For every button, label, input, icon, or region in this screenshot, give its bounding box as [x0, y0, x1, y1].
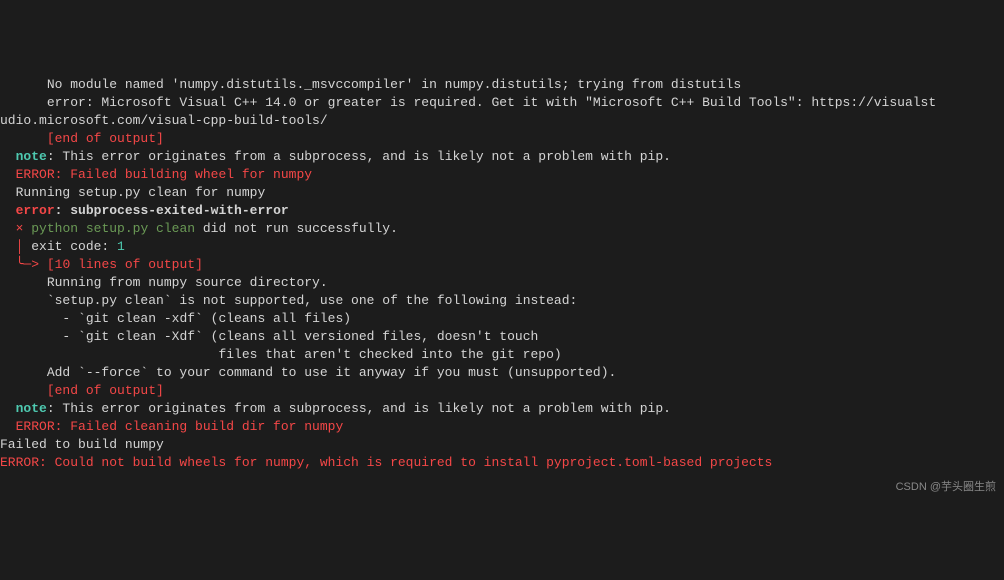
terminal-line: ERROR: Failed cleaning build dir for num… [0, 418, 1004, 436]
terminal-text-segment: : This error originates from a subproces… [47, 401, 671, 416]
terminal-line: │ exit code: 1 [0, 238, 1004, 256]
terminal-line: `setup.py clean` is not supported, use o… [0, 292, 1004, 310]
terminal-text-segment: subprocess-exited-with-error [70, 203, 288, 218]
terminal-line: ERROR: Failed building wheel for numpy [0, 166, 1004, 184]
terminal-line: Failed to build numpy [0, 436, 1004, 454]
terminal-text-segment: Running from numpy source directory. [47, 275, 328, 290]
terminal-text-segment: [end of output] [47, 131, 164, 146]
terminal-text-segment: files that aren't checked into the git r… [218, 347, 561, 362]
terminal-text-segment: error [16, 203, 55, 218]
terminal-text-segment: `setup.py clean` is not supported, use o… [47, 293, 578, 308]
terminal-text-segment: udio.microsoft.com/visual-cpp-build-tool… [0, 113, 328, 128]
terminal-text-segment: : [55, 203, 71, 218]
terminal-text-segment: Running setup.py clean for numpy [16, 185, 266, 200]
terminal-line: udio.microsoft.com/visual-cpp-build-tool… [0, 112, 1004, 130]
terminal-line: × python setup.py clean did not run succ… [0, 220, 1004, 238]
terminal-line: No module named 'numpy.distutils._msvcco… [0, 76, 1004, 94]
terminal-text-segment: - `git clean -xdf` (cleans all files) [62, 311, 351, 326]
terminal-text-segment: No module named 'numpy.distutils._msvcco… [47, 77, 741, 92]
terminal-text-segment: ERROR: Could not build wheels for numpy,… [0, 455, 772, 470]
terminal-text-segment: ERROR: Failed cleaning build dir for num… [16, 419, 344, 434]
terminal-text-segment: - `git clean -Xdf` (cleans all versioned… [62, 329, 538, 344]
terminal-line: [end of output] [0, 382, 1004, 400]
terminal-text-segment: ERROR: Failed building wheel for numpy [16, 167, 312, 182]
terminal-text-segment: error: Microsoft Visual C++ 14.0 or grea… [47, 95, 936, 110]
terminal-line: note: This error originates from a subpr… [0, 400, 1004, 418]
terminal-text-segment: exit code: [23, 239, 117, 254]
terminal-text-segment: : This error originates from a subproces… [47, 149, 671, 164]
terminal-line: - `git clean -xdf` (cleans all files) [0, 310, 1004, 328]
terminal-text-segment: note [16, 149, 47, 164]
terminal-line: Add `--force` to your command to use it … [0, 364, 1004, 382]
terminal-line: error: Microsoft Visual C++ 14.0 or grea… [0, 94, 1004, 112]
terminal-line: ╰─> [10 lines of output] [0, 256, 1004, 274]
terminal-text-segment: 1 [117, 239, 125, 254]
terminal-text-segment: [10 lines of output] [47, 257, 203, 272]
terminal-line: error: subprocess-exited-with-error [0, 202, 1004, 220]
terminal-output[interactable]: No module named 'numpy.distutils._msvcco… [0, 76, 1004, 472]
terminal-line: note: This error originates from a subpr… [0, 148, 1004, 166]
terminal-text-segment: [end of output] [47, 383, 164, 398]
terminal-line: files that aren't checked into the git r… [0, 346, 1004, 364]
terminal-text-segment [39, 257, 47, 272]
watermark-text: CSDN @芋头圈生煎 [896, 478, 996, 496]
terminal-line: - `git clean -Xdf` (cleans all versioned… [0, 328, 1004, 346]
terminal-text-segment: Add `--force` to your command to use it … [47, 365, 617, 380]
terminal-text-segment: note [16, 401, 47, 416]
terminal-text-segment: ╰─> [16, 257, 39, 272]
terminal-text-segment: did not run successfully. [195, 221, 398, 236]
terminal-line: Running setup.py clean for numpy [0, 184, 1004, 202]
terminal-line: Running from numpy source directory. [0, 274, 1004, 292]
terminal-text-segment: Failed to build numpy [0, 437, 164, 452]
terminal-line: ERROR: Could not build wheels for numpy,… [0, 454, 1004, 472]
terminal-line: [end of output] [0, 130, 1004, 148]
terminal-text-segment: python setup.py clean [31, 221, 195, 236]
